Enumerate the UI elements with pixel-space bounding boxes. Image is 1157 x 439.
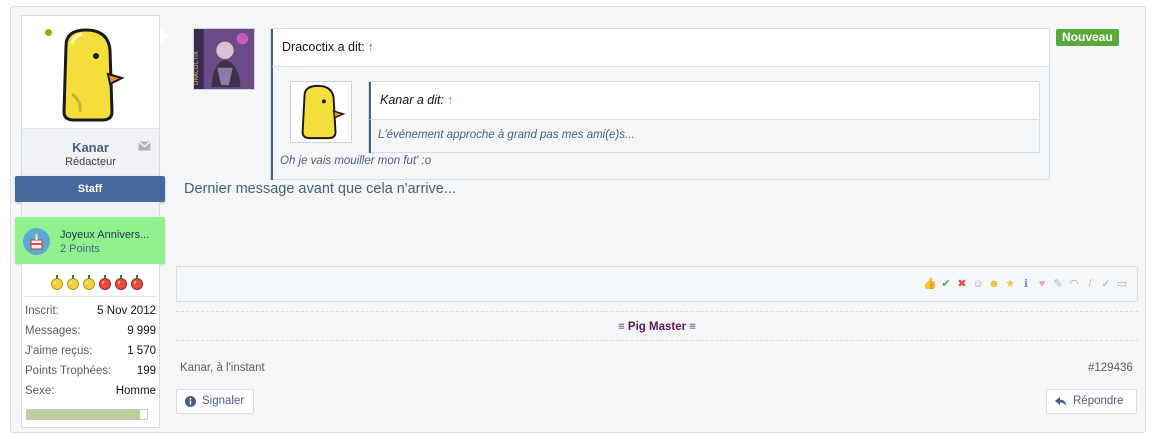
stat-value[interactable]: 199 <box>137 361 156 381</box>
progress-fill <box>27 410 140 419</box>
medal-red-icon <box>131 275 143 290</box>
user-extra: Inscrit: 5 Nov 2012 Messages: 9 999 J'aime r… <box>21 264 160 428</box>
progress-bar <box>26 409 148 420</box>
chick-avatar-icon <box>301 84 346 140</box>
quote-inner-jump-icon[interactable]: ↑ <box>447 93 453 107</box>
reply-button[interactable]: Répondre <box>1046 389 1137 414</box>
medal-red-icon <box>99 275 111 290</box>
stat-label: Messages: <box>25 325 81 337</box>
rainbow-icon[interactable]: ◠ <box>1067 277 1081 291</box>
dracoctix-avatar-icon: DRACOCTIX <box>194 29 254 89</box>
quote-outer-jump-icon[interactable]: ↑ <box>368 40 374 54</box>
user-stats: Inscrit: 5 Nov 2012 Messages: 9 999 J'aime r… <box>25 296 156 401</box>
wrench-icon[interactable]: ✎ <box>1051 277 1065 291</box>
stat-value[interactable]: 9 999 <box>127 321 156 341</box>
medal-row <box>50 274 144 290</box>
spell-check-icon[interactable]: ✓ <box>1099 277 1113 291</box>
new-badge: Nouveau <box>1056 29 1119 46</box>
user-panel: Kanar Rédacteur Staff Joyeux Annivers...… <box>15 15 169 428</box>
stat-row: Messages: 9 999 <box>25 321 156 341</box>
quote-inner-header: Kanar a dit: ↑ <box>369 82 1039 120</box>
stat-label: Sexe: <box>25 385 55 397</box>
reaction-bar: 👍 ✔ ✖ ☺ ☻ ★ ℹ ♥ ✎ ◠ / ✓ ▭ <box>176 266 1138 302</box>
author-timestamp[interactable]: Kanar, à l'instant <box>180 362 265 374</box>
medal-gold-icon <box>67 275 79 290</box>
box-icon[interactable]: ▭ <box>1115 277 1129 291</box>
stat-row: Sexe: Homme <box>25 381 156 401</box>
quote-avatar-dracoctix[interactable]: DRACOCTIX <box>193 28 255 90</box>
reply-label: Répondre <box>1073 395 1124 407</box>
stat-row: J'aime reçus: 1 570 <box>25 341 156 361</box>
stat-value: Homme <box>115 385 156 397</box>
reply-arrow-icon <box>1055 396 1066 406</box>
thumbs-up-icon[interactable]: 👍 <box>923 277 937 291</box>
quote-outer-author: Dracoctix a dit: <box>282 40 365 54</box>
avatar[interactable] <box>21 15 160 128</box>
smile-icon[interactable]: ☻ <box>987 277 1001 291</box>
check-icon[interactable]: ✔ <box>939 277 953 291</box>
quote-avatar-kanar[interactable] <box>290 81 352 143</box>
quote-inner: Kanar a dit: ↑ L'événement approche à gra… <box>368 81 1040 153</box>
brush-icon[interactable]: / <box>1083 277 1097 291</box>
award-points: 2 Points <box>60 243 100 255</box>
message-post: Kanar Rédacteur Staff Joyeux Annivers...… <box>10 6 1146 433</box>
heart-icon[interactable]: ♥ <box>1035 277 1049 291</box>
cake-icon <box>23 228 50 255</box>
user-title: Rédacteur <box>65 156 116 168</box>
reaction-list: 👍 ✔ ✖ ☺ ☻ ★ ℹ ♥ ✎ ◠ / ✓ ▭ <box>923 277 1129 291</box>
medal-red-icon <box>115 275 127 290</box>
quote-inner-text: L'événement approche à grand pas mes ami… <box>378 129 635 141</box>
signature-divider <box>176 340 1138 341</box>
medal-gold-icon <box>51 275 63 290</box>
award-box[interactable]: Joyeux Annivers... 2 Points <box>15 217 165 264</box>
quote-outer-header: Dracoctix a dit: ↑ <box>271 29 1049 67</box>
user-name-box: Kanar Rédacteur <box>21 128 160 177</box>
stat-label: J'aime reçus: <box>25 345 93 357</box>
stat-value[interactable]: 1 570 <box>127 341 156 361</box>
quote-outer: Dracoctix a dit: ↑ Kanar a dit: ↑ L'événem… <box>270 28 1050 180</box>
signature: ≡ Pig Master ≡ <box>618 321 696 333</box>
face-icon[interactable]: ☺ <box>971 277 985 291</box>
star-icon[interactable]: ★ <box>1003 277 1017 291</box>
stat-label: Points Trophées: <box>25 365 112 377</box>
medal-gold-icon <box>83 275 95 290</box>
stat-value: 5 Nov 2012 <box>97 305 156 317</box>
quote-inner-author: Kanar a dit: <box>380 93 444 107</box>
panel-arrow <box>160 27 169 45</box>
stat-row: Inscrit: 5 Nov 2012 <box>25 301 156 321</box>
message-text: Dernier message avant que cela n'arrive.… <box>184 181 456 197</box>
post-number-link[interactable]: #129436 <box>1088 362 1133 374</box>
info-icon[interactable]: ℹ <box>1019 277 1033 291</box>
report-button[interactable]: Signaler <box>176 389 254 414</box>
svg-text:DRACOCTIX: DRACOCTIX <box>194 51 200 85</box>
stat-row: Points Trophées: 199 <box>25 361 156 381</box>
cross-icon[interactable]: ✖ <box>955 277 969 291</box>
staff-banner: Staff <box>15 176 165 202</box>
info-icon <box>185 396 196 407</box>
award-title: Joyeux Annivers... <box>60 229 150 241</box>
chick-avatar-icon <box>62 28 125 122</box>
mail-icon[interactable] <box>138 141 151 151</box>
quote-outer-text: Oh je vais mouiller mon fut' :o <box>280 155 432 167</box>
report-label: Signaler <box>202 395 245 407</box>
signature-divider <box>176 311 1138 312</box>
stat-label: Inscrit: <box>25 305 59 317</box>
